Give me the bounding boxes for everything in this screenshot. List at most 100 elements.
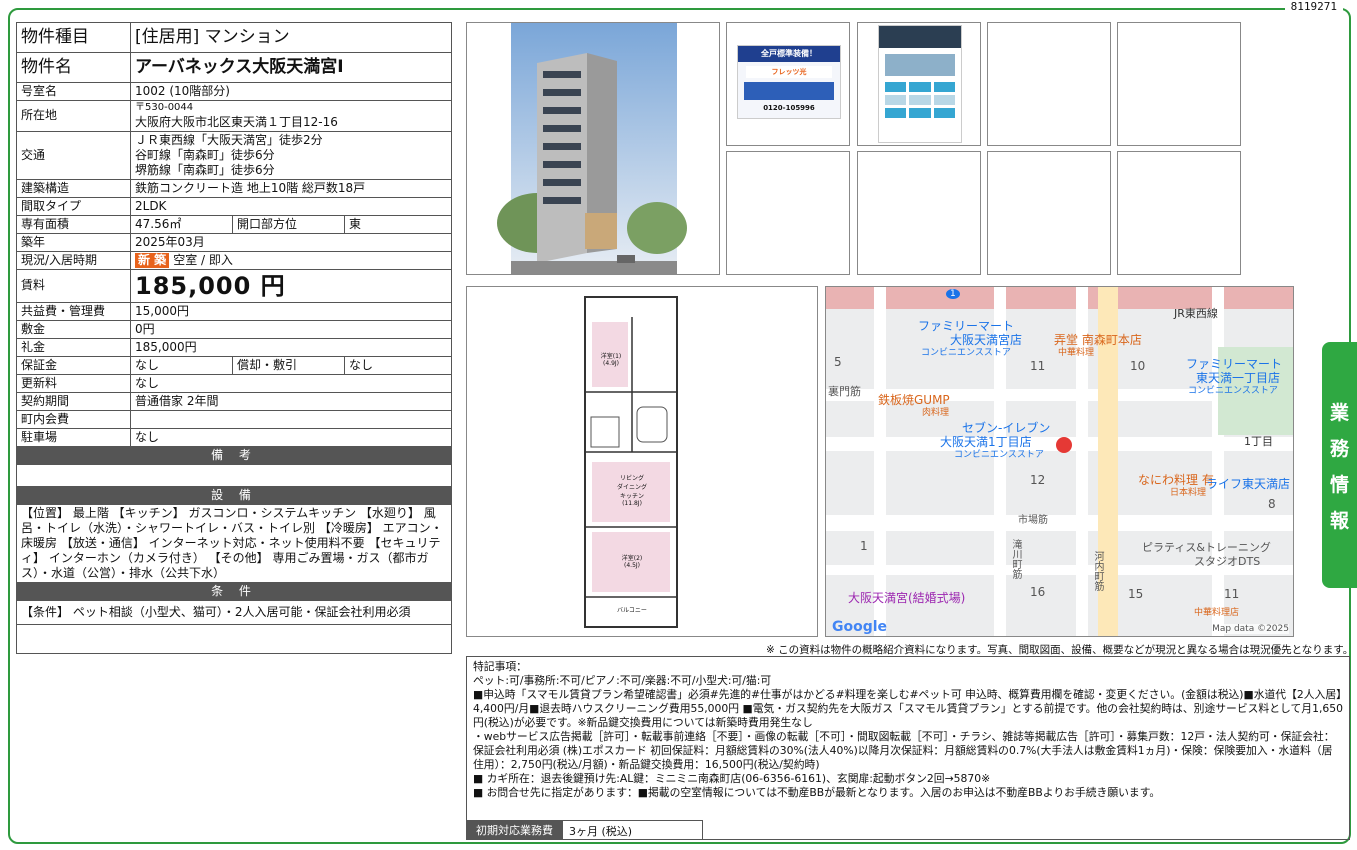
map-credit[interactable]: Map data ©2025 bbox=[1212, 624, 1289, 634]
special-note-line: ■ お問合せ先に指定があります：■掲載の空室情報については不動産BBが最新となり… bbox=[473, 786, 1161, 800]
tab-char: 業 bbox=[1329, 401, 1349, 424]
building-photo[interactable] bbox=[466, 22, 720, 275]
flyer-photo bbox=[885, 54, 955, 76]
structure-value: 鉄筋コンクリート造 地上10階 総戸数18戸 bbox=[130, 178, 452, 198]
property-name: アーバネックス大阪天満宮Ⅰ bbox=[130, 52, 452, 83]
amortization-value: なし bbox=[344, 355, 452, 375]
layout-value: 2LDK bbox=[130, 196, 452, 216]
guarantee-value: なし bbox=[130, 355, 233, 375]
initial-fee-value: 3ヶ月 (税込) bbox=[563, 820, 703, 840]
block-number: 10 bbox=[1130, 359, 1146, 373]
status-label: 現況/入居時期 bbox=[16, 250, 131, 270]
rent-value: 185,000 円 bbox=[130, 268, 452, 303]
tab-char: 報 bbox=[1329, 509, 1349, 532]
layout-label: 間取タイプ bbox=[16, 196, 131, 216]
common-fee-label: 共益費・管理費 bbox=[16, 301, 131, 321]
direction-label: 開口部方位 bbox=[232, 214, 345, 234]
tab-char: 務 bbox=[1329, 437, 1349, 460]
area-label: 専有面積 bbox=[16, 214, 131, 234]
block-number: 16 bbox=[1030, 585, 1046, 599]
contract-value: 普通借家 2年間 bbox=[130, 391, 452, 411]
direction-value: 東 bbox=[344, 214, 452, 234]
transit-cell: ＪＲ東西線「大阪天満宮」徒歩2分 谷町線「南森町」徒歩6分 堺筋線「南森町」徒歩… bbox=[130, 130, 452, 180]
special-note-line: ■ カギ所在：退去後鍵預け先:AL鍵：ミニミニ南森町店(06-6356-6161… bbox=[473, 772, 991, 786]
name-label: 物件名 bbox=[16, 52, 131, 83]
flyer-thumbnail-2[interactable] bbox=[857, 22, 981, 146]
parking-label: 駐車場 bbox=[16, 427, 131, 447]
remarks-body bbox=[16, 463, 452, 487]
flyer-page bbox=[878, 25, 962, 143]
empty-thumbnail[interactable] bbox=[726, 151, 850, 275]
map-label: スタジオDTS bbox=[1194, 555, 1261, 568]
amortization-label: 償却・敷引 bbox=[232, 355, 345, 375]
deposit-value: 0円 bbox=[130, 319, 452, 339]
town-fee-label: 町内会費 bbox=[16, 409, 131, 429]
flyer-brand: フレッツ光 bbox=[746, 66, 832, 78]
map-label: コンビニエンスストア bbox=[1188, 386, 1278, 396]
structure-label: 建築構造 bbox=[16, 178, 131, 198]
floor-plan-drawing bbox=[584, 296, 678, 628]
conditions-text: 【条件】 ペット相談（小型犬、猫可）・2人入居可能・保証会社利用必須 bbox=[16, 599, 452, 625]
flyer-band bbox=[744, 82, 834, 100]
room-value: 1002 (10階部分) bbox=[130, 82, 452, 101]
address-value: 大阪府大阪市北区東天満１丁目12-16 bbox=[135, 114, 338, 129]
conditions-spacer bbox=[16, 623, 452, 654]
map-label: 中華料理店 bbox=[1194, 608, 1240, 618]
map-label: 1丁目 bbox=[1244, 435, 1273, 448]
address-cell: 〒530-0044 大阪府大阪市北区東天満１丁目12-16 bbox=[130, 100, 452, 132]
flyer-thumbnail-1[interactable]: 全戸標準装備！ フレッツ光 0120-105996 bbox=[726, 22, 850, 146]
empty-thumbnail[interactable] bbox=[857, 151, 981, 275]
room1-label: 洋室(1) (4.9J) bbox=[600, 353, 622, 367]
map-label: JR東西線 bbox=[1174, 307, 1218, 320]
renewal-label: 更新料 bbox=[16, 373, 131, 393]
initial-fee-label: 初期対応業務費 bbox=[466, 820, 563, 840]
location-map[interactable]: JR東西線 ファミリーマート 大阪天満宮店 コンビニエンスストア 弄堂 南森町本… bbox=[825, 286, 1294, 637]
flyer-headline: 全戸標準装備！ bbox=[738, 46, 840, 62]
room-label: 号室名 bbox=[16, 82, 131, 101]
block-number: 11 bbox=[1030, 359, 1046, 373]
new-build-badge: 新 築 bbox=[135, 252, 170, 268]
map-label: 中華料理 bbox=[1058, 348, 1095, 358]
block-number: 15 bbox=[1128, 587, 1144, 601]
block-number: 1 bbox=[860, 539, 868, 553]
map-label: コンビニエンスストア bbox=[921, 348, 1011, 358]
special-note-line: ペット:可/事務所:不可/ピアノ:不可/楽器:不可/小型犬:可/猫:可 bbox=[473, 674, 772, 688]
map-label: 日本料理 bbox=[1170, 488, 1207, 498]
flyer-grid bbox=[885, 82, 955, 118]
remarks-header: 備 考 bbox=[16, 445, 452, 465]
guarantee-label: 保証金 bbox=[16, 355, 131, 375]
special-note-line: ・webサービス広告掲載［許可］・転載事前連絡［不要］・画像の転載［不可］・間取… bbox=[473, 730, 1335, 772]
type-label: 物件種目 bbox=[16, 22, 131, 53]
empty-thumbnail[interactable] bbox=[987, 22, 1111, 146]
transit-line: 谷町線「南森町」徒歩6分 bbox=[135, 147, 275, 162]
status-cell: 新 築空室 / 即入 bbox=[130, 250, 452, 270]
type-value: [住居用] マンション bbox=[130, 22, 452, 53]
road-label: 河内町筋 bbox=[1092, 551, 1103, 591]
tab-char: 情 bbox=[1329, 473, 1349, 496]
address-label: 所在地 bbox=[16, 100, 131, 132]
floor-plan[interactable]: 洋室(1) (4.9J) リビング ダイニング キッチン (11.8J) 洋室(… bbox=[466, 286, 818, 637]
block-number: 8 bbox=[1268, 497, 1276, 511]
building-illustration bbox=[467, 23, 719, 274]
initial-fee: 初期対応業務費 3ヶ月 (税込) bbox=[466, 820, 703, 840]
business-info-tab[interactable]: 業 務 情 報 bbox=[1322, 342, 1357, 588]
renewal-value: なし bbox=[130, 373, 452, 393]
transit-line: 堺筋線「南森町」徒歩6分 bbox=[135, 162, 275, 177]
empty-thumbnail[interactable] bbox=[987, 151, 1111, 275]
special-notes-title: 特記事項： bbox=[473, 660, 527, 673]
rent-label: 賃料 bbox=[16, 268, 131, 303]
deposit-label: 敷金 bbox=[16, 319, 131, 339]
parking-value: なし bbox=[130, 427, 452, 447]
special-note-line: ■申込時「スマモル賃貸プラン希望確認書」必須#先進的#仕事がはかどる#料理を楽し… bbox=[473, 688, 1343, 730]
empty-thumbnail[interactable] bbox=[1117, 22, 1241, 146]
disclaimer-note: ※ この資料は物件の概略紹介資料になります。写真、間取図面、設備、概要などが現況… bbox=[766, 644, 1354, 656]
key-money-value: 185,000円 bbox=[130, 337, 452, 357]
flyer-phone: 0120-105996 bbox=[763, 104, 815, 112]
contract-label: 契約期間 bbox=[16, 391, 131, 411]
empty-thumbnail[interactable] bbox=[1117, 151, 1241, 275]
flyer-header-image bbox=[879, 26, 961, 48]
block-number: 12 bbox=[1030, 473, 1046, 487]
conditions-header: 条 件 bbox=[16, 581, 452, 601]
common-fee-value: 15,000円 bbox=[130, 301, 452, 321]
google-logo: Google bbox=[832, 619, 888, 635]
